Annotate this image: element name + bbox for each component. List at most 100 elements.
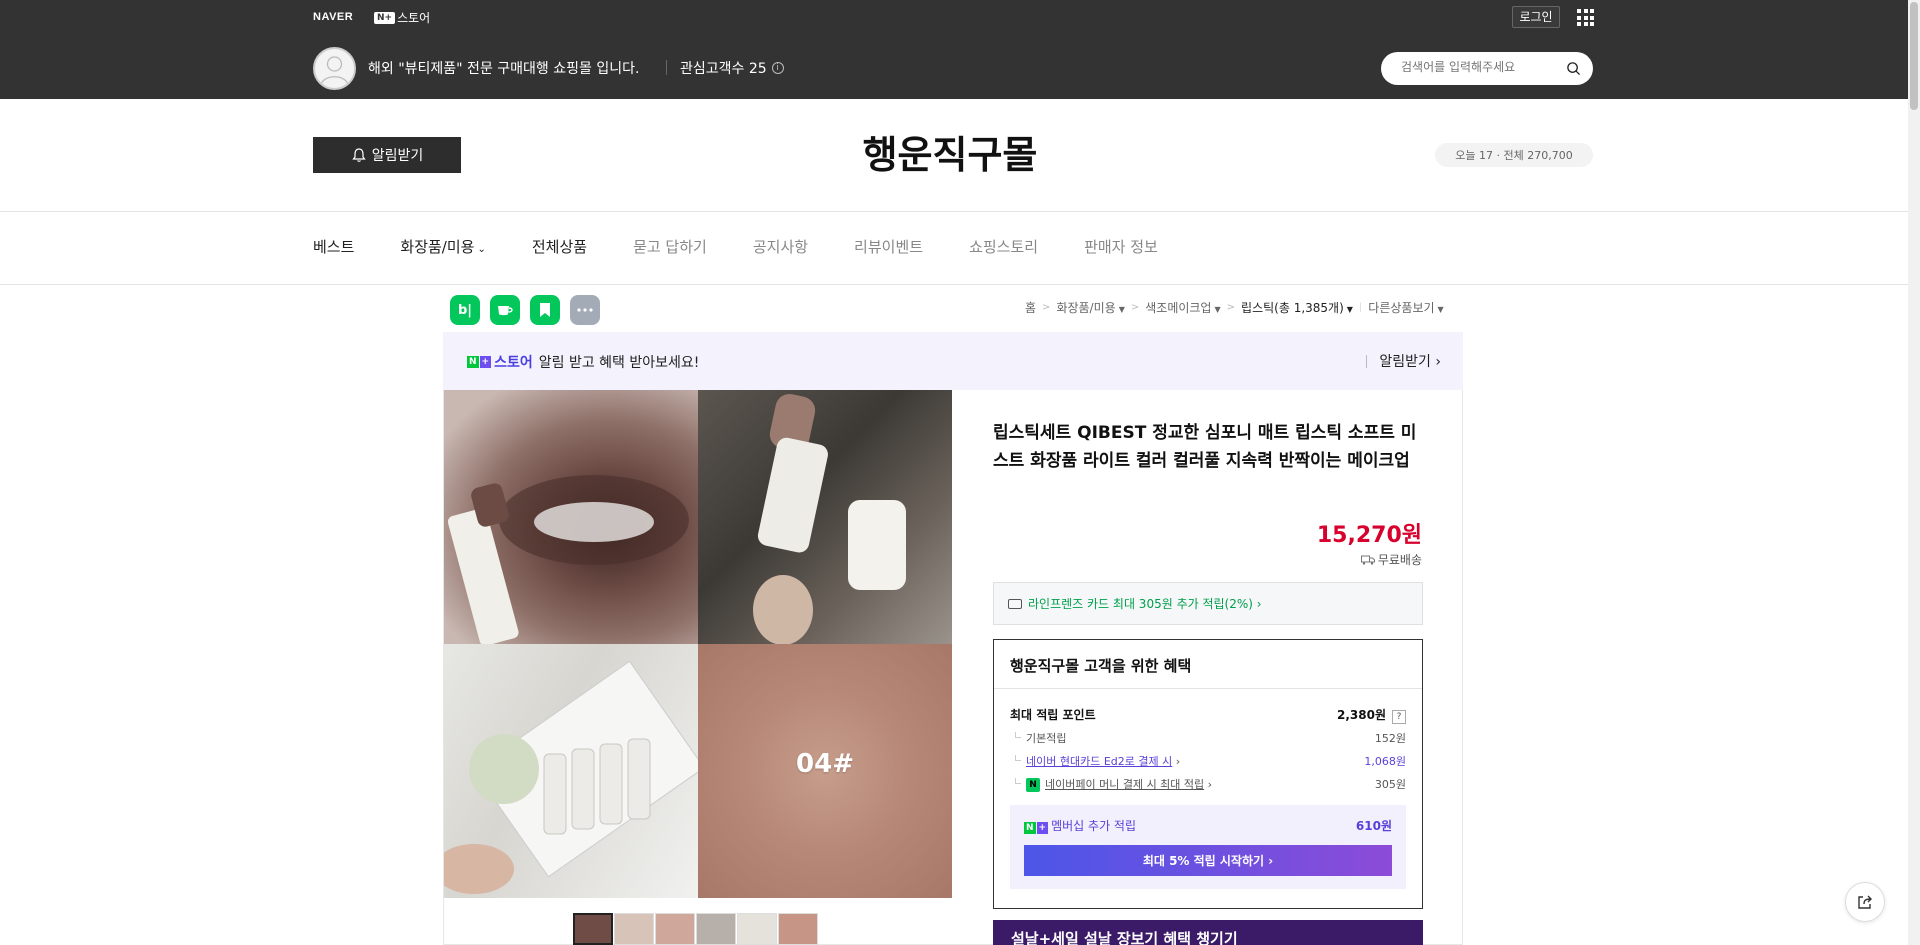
product-price: 15,270원 [1316, 523, 1422, 548]
share-float-button[interactable] [1845, 882, 1885, 922]
naver-logo[interactable]: NAVER [313, 11, 353, 23]
product-photo-lipstick[interactable] [698, 390, 952, 644]
alarm-subscribe-button[interactable]: 알림받기 [313, 137, 461, 173]
nav-best[interactable]: 베스트 [313, 236, 354, 257]
truck-icon [1360, 555, 1375, 565]
breadcrumb-cat3[interactable]: 립스틱(총 1,385개) ▼ [1241, 299, 1353, 316]
thumbnail[interactable] [655, 913, 695, 945]
npay-points-value: 305원 [1374, 778, 1406, 791]
store-nav: 베스트 화장품/미용 ⌄ 전체상품 묻고 답하기 공지사항 리뷰이벤트 쇼핑스토리… [313, 236, 1204, 257]
store-label: 스토어 [494, 355, 533, 371]
product-title: 립스틱세트 QIBEST 정교한 심포니 매트 립스틱 소프트 미스트 화장품 … [993, 423, 1417, 471]
plus-badge: + [1036, 822, 1049, 834]
promo-banner[interactable]: 설날+세일 설날 장보기 혜택 챙기기 [993, 920, 1423, 945]
alarm-action-label: 알림받기 › [1379, 354, 1441, 370]
chevron-down-icon: ⌄ [477, 244, 486, 255]
breadcrumb-cat1[interactable]: 화장품/미용 ▼ [1056, 299, 1124, 316]
scrollbar[interactable] [1908, 0, 1920, 945]
apps-grid-icon[interactable] [1577, 9, 1594, 26]
bookmark-icon[interactable] [530, 295, 560, 325]
nav-qna[interactable]: 묻고 답하기 [633, 236, 707, 257]
alarm-banner-message: 알림 받고 혜택 받아보세요! [538, 355, 700, 371]
plus-badge: + [479, 356, 492, 368]
npay-icon: N [1026, 778, 1040, 792]
store-avatar [313, 47, 356, 90]
nav-seller-info[interactable]: 판매자 정보 [1084, 236, 1158, 257]
basic-points-label: 기본적립 [1010, 730, 1066, 746]
product-photo-lips[interactable] [444, 390, 698, 644]
nav-notice[interactable]: 공지사항 [753, 236, 808, 257]
membership-label: 멤버십 추가 적립 [1051, 819, 1137, 833]
card-points-value: 1,068원 [1364, 755, 1406, 768]
share-icons: b| [450, 295, 600, 325]
membership-value: 610원 [1355, 819, 1392, 833]
nav-shopping-story[interactable]: 쇼핑스토리 [969, 236, 1038, 257]
thumbnail-strip [573, 913, 819, 945]
max-points-row: 최대 적립 포인트 2,380원? [1010, 706, 1406, 724]
global-header: NAVER N+ 스토어 로그인 해외 "뷰티제품" 전문 구매대행 쇼핑몰 입… [0, 0, 1908, 99]
breadcrumb-home[interactable]: 홈 [1025, 299, 1036, 316]
membership-row: N + 멤버십 추가 적립 610원 [1024, 817, 1392, 834]
nav-review-event[interactable]: 리뷰이벤트 [854, 236, 923, 257]
thumbnail[interactable] [696, 913, 736, 945]
breadcrumb-other-products[interactable]: 다른상품보기 ▼ [1368, 299, 1443, 316]
npay-points-row: N 네이버페이 머니 결제 시 최대 적립 › 305원 [1010, 776, 1406, 792]
visit-count: 오늘 17 · 전체 270,700 [1435, 143, 1593, 167]
search-icon[interactable] [1566, 61, 1581, 76]
share-icon [1858, 895, 1872, 909]
divider [0, 284, 1908, 285]
n-badge: N [467, 356, 479, 368]
benefits-title: 행운직구몰 고객을 위한 혜택 [1010, 657, 1192, 675]
search-input[interactable] [1401, 60, 1561, 74]
basic-points-value: 152원 [1374, 732, 1406, 745]
alarm-banner: N + 스토어 알림 받고 혜택 받아보세요! 알림받기 › [443, 332, 1463, 390]
product-photo-set[interactable] [444, 644, 698, 898]
divider [666, 60, 667, 75]
swatch-label: 04# [796, 749, 854, 779]
shipping-info: 무료배송 [1300, 551, 1422, 568]
credit-card-icon [1008, 598, 1022, 609]
product-gallery[interactable]: 04# [444, 390, 952, 898]
more-icon[interactable] [570, 295, 600, 325]
npay-points-link[interactable]: 네이버페이 머니 결제 시 최대 적립 [1045, 778, 1204, 791]
login-button[interactable]: 로그인 [1512, 6, 1560, 28]
thumbnail[interactable] [614, 913, 654, 945]
breadcrumb: 홈 > 화장품/미용 ▼ > 색조메이크업 ▼ > 립스틱(총 1,385개) ▼ |… [1025, 299, 1444, 316]
alarm-banner-text: N + 스토어 알림 받고 혜택 받아보세요! [467, 352, 699, 372]
card-points-row: 네이버 현대카드 Ed2로 결제 시 › 1,068원 [1010, 753, 1406, 769]
search-box[interactable] [1381, 52, 1593, 85]
n-badge: N [1024, 822, 1036, 834]
max-points-value: 2,380원 [1337, 708, 1386, 722]
store-label: 스토어 [397, 11, 431, 25]
card-points-link[interactable]: 네이버 현대카드 Ed2로 결제 시 [1026, 755, 1172, 768]
bell-icon [352, 148, 366, 162]
thumbnail[interactable] [573, 913, 613, 945]
divider [0, 211, 1908, 212]
nplus-store-link[interactable]: N+ 스토어 [374, 9, 430, 26]
card-benefit-link[interactable]: 라인프렌즈 카드 최대 305원 추가 적립(2%) › [993, 582, 1423, 625]
scrollbar-thumb[interactable] [1910, 2, 1918, 110]
nav-cosmetics[interactable]: 화장품/미용 ⌄ [400, 236, 485, 257]
interest-label: 관심고객수 25 [680, 61, 767, 77]
blog-icon[interactable]: b| [450, 295, 480, 325]
alarm-banner-action[interactable]: 알림받기 › [1366, 351, 1441, 371]
nplus-badge: N+ [374, 11, 396, 24]
benefits-box: 행운직구몰 고객을 위한 혜택 최대 적립 포인트 2,380원? 기본적립 1… [993, 639, 1423, 909]
alarm-button-label: 알림받기 [371, 148, 424, 164]
thumbnail[interactable] [778, 913, 818, 945]
thumbnail[interactable] [737, 913, 777, 945]
breadcrumb-cat2[interactable]: 색조메이크업 ▼ [1145, 299, 1220, 316]
card-benefit-label: 라인프렌즈 카드 최대 305원 추가 적립(2%) › [1028, 597, 1262, 611]
interest-customers: 관심고객수 25 i [680, 58, 784, 78]
help-icon[interactable]: ? [1392, 710, 1406, 724]
product-photo-swatch[interactable]: 04# [698, 644, 952, 898]
membership-start-button[interactable]: 최대 5% 적립 시작하기 › [1024, 845, 1392, 876]
nav-all-products[interactable]: 전체상품 [532, 236, 587, 257]
cafe-icon[interactable] [490, 295, 520, 325]
info-icon[interactable]: i [771, 62, 784, 74]
membership-box: N + 멤버십 추가 적립 610원 최대 5% 적립 시작하기 › [1010, 805, 1406, 889]
shop-description: 해외 "뷰티제품" 전문 구매대행 쇼핑몰 입니다. [368, 61, 640, 77]
max-points-label: 최대 적립 포인트 [1010, 708, 1096, 722]
store-title[interactable]: 행운직구몰 [700, 124, 1200, 179]
basic-points-row: 기본적립 152원 [1010, 730, 1406, 746]
